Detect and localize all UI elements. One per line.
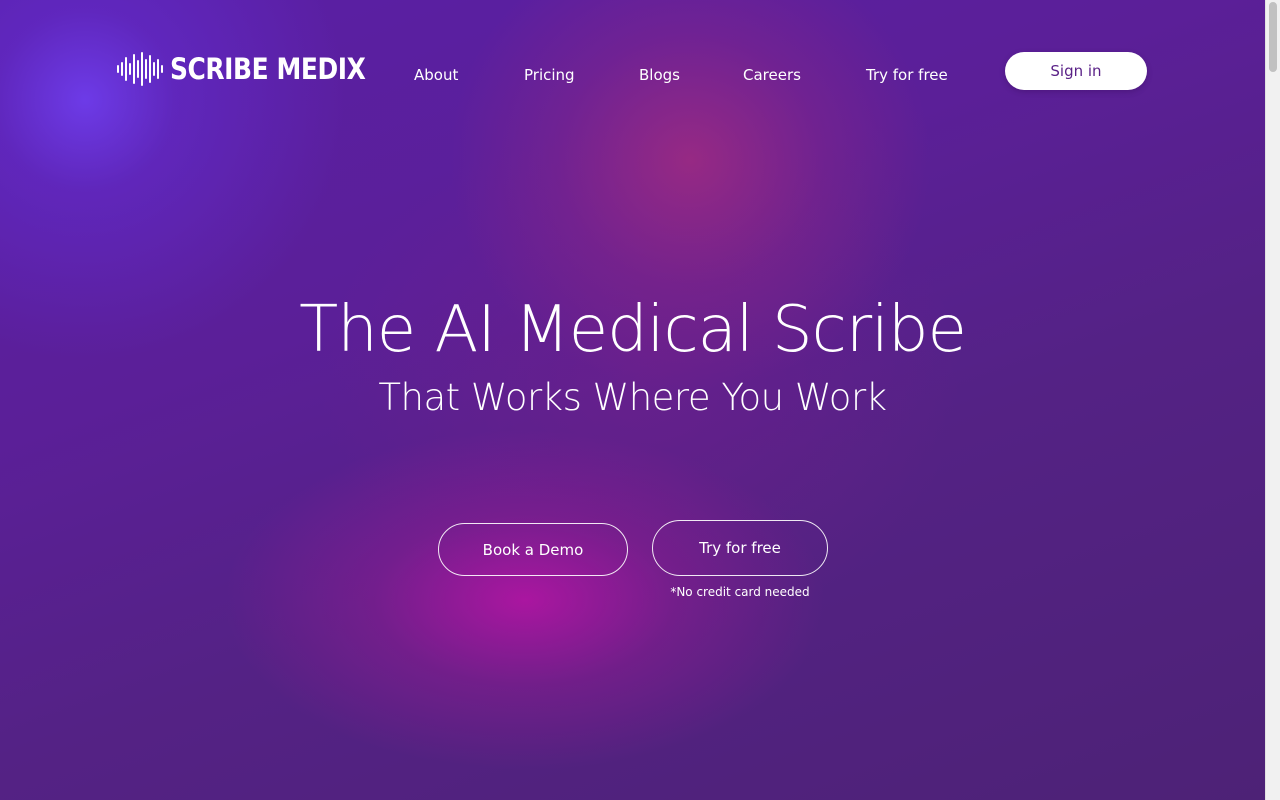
no-credit-card-note: *No credit card needed [670, 585, 810, 599]
logo[interactable]: SCRIBE MEDIX [116, 50, 397, 88]
hero-title: The AI Medical Scribe [299, 293, 967, 367]
nav-item-about[interactable]: About [414, 64, 458, 86]
hero-subtitle: That Works Where You Work [378, 376, 887, 419]
nav-item-pricing[interactable]: Pricing [524, 64, 575, 86]
scrollbar-thumb[interactable] [1269, 2, 1277, 72]
try-for-free-button[interactable]: Try for free [652, 520, 828, 576]
sign-in-button[interactable]: Sign in [1005, 52, 1147, 90]
nav-item-careers[interactable]: Careers [743, 64, 801, 86]
vertical-scrollbar[interactable] [1265, 0, 1280, 800]
nav-item-blogs[interactable]: Blogs [639, 64, 680, 86]
landing-page: SCRIBE MEDIX About Pricing Blogs Careers… [0, 0, 1280, 800]
brand-name: SCRIBE MEDIX [170, 52, 366, 86]
book-demo-button[interactable]: Book a Demo [438, 523, 628, 576]
soundwave-icon [117, 52, 163, 86]
nav-item-try-for-free[interactable]: Try for free [866, 64, 948, 86]
